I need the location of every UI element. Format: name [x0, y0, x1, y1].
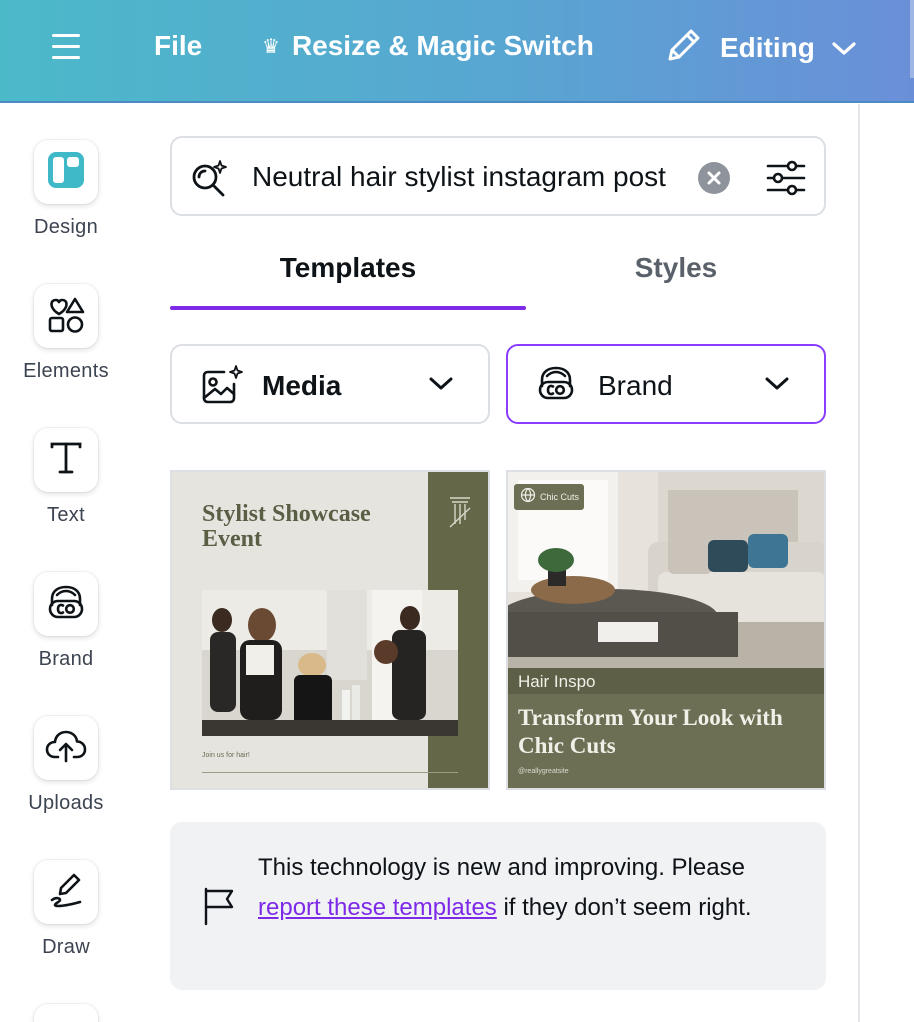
resize-magic-switch-button[interactable]: ♛ Resize & Magic Switch — [262, 30, 594, 62]
column-logo-icon — [446, 494, 474, 535]
top-bar: File ♛ Resize & Magic Switch Editing — [0, 0, 914, 103]
text-icon — [47, 439, 85, 482]
filter-settings-icon[interactable] — [766, 158, 806, 203]
rail-item-design[interactable]: Design — [0, 140, 132, 239]
template-card-chic-cuts[interactable]: Chic Cuts Hair Inspo Transform Your Look… — [506, 470, 826, 790]
brand-icon — [46, 583, 86, 626]
rail-label-design: Design — [33, 216, 99, 238]
media-filter-dropdown[interactable]: Media — [170, 344, 490, 424]
chic-cuts-logo: Chic Cuts — [514, 484, 584, 510]
search-input[interactable] — [252, 156, 676, 198]
notice-text-after: if they don’t seem right. — [496, 894, 752, 921]
brand-filter-dropdown[interactable]: Brand — [506, 344, 826, 424]
chevron-down-icon — [831, 32, 857, 64]
pencil-icon — [664, 25, 704, 72]
canvas-area — [860, 104, 914, 1022]
design-icon — [47, 151, 85, 194]
chevron-down-icon — [764, 376, 790, 397]
logo-text: Chic Cuts — [540, 491, 580, 502]
rail-item-uploads[interactable]: Uploads — [0, 716, 132, 815]
design-tile — [34, 140, 98, 204]
brand-tile — [34, 572, 98, 636]
search-bar — [170, 136, 826, 216]
template-title: Stylist Showcase Event — [202, 501, 371, 552]
menu-icon[interactable] — [46, 28, 86, 66]
side-navigation: Design Elements Text Brand Uploads Draw — [0, 104, 132, 1022]
upload-cloud-icon — [45, 728, 87, 769]
media-filter-label: Media — [262, 370, 342, 401]
brand-filter-label: Brand — [598, 370, 673, 401]
template-title: Transform Your Look with Chic Cuts — [518, 705, 783, 758]
rail-item-elements[interactable]: Elements — [0, 284, 132, 383]
editing-mode-button[interactable]: Editing — [664, 24, 857, 72]
rail-item-brand[interactable]: Brand — [0, 572, 132, 671]
chevron-down-icon — [428, 376, 454, 397]
draw-tile — [34, 860, 98, 924]
rail-label-brand: Brand — [38, 648, 94, 670]
magic-search-icon — [190, 158, 230, 203]
template-handle: @reallygreatsite — [518, 768, 569, 775]
report-templates-link[interactable]: report these templates — [258, 894, 497, 921]
rail-item-text[interactable]: Text — [0, 428, 132, 527]
elements-tile — [34, 284, 98, 348]
salon-photo — [202, 590, 458, 736]
active-tab-indicator — [170, 306, 526, 310]
tab-templates[interactable]: Templates — [170, 252, 526, 284]
template-tag: Hair Inspo — [518, 672, 596, 691]
rail-label-text: Text — [47, 504, 85, 526]
clear-search-button[interactable] — [698, 162, 730, 194]
resize-magic-switch-label: Resize & Magic Switch — [291, 30, 594, 61]
template-caption: Join us for hair! — [202, 752, 250, 759]
rail-item-draw[interactable]: Draw — [0, 860, 132, 959]
template-card-stylist-showcase[interactable]: Stylist Showcase Event Join us for hair! — [170, 470, 490, 790]
rail-label-elements: Elements — [23, 360, 109, 382]
globe-icon — [520, 487, 536, 508]
brand-icon — [536, 364, 576, 407]
crown-icon: ♛ — [262, 35, 280, 58]
rail-item-more[interactable] — [0, 1004, 132, 1022]
template-divider — [202, 772, 458, 773]
image-sparkle-icon — [200, 364, 244, 411]
elements-icon — [46, 294, 86, 339]
living-room-photo: Chic Cuts — [508, 472, 824, 668]
rail-label-uploads: Uploads — [28, 792, 104, 814]
draw-icon — [46, 870, 86, 915]
file-menu-button[interactable]: File — [154, 30, 202, 62]
rail-label-draw: Draw — [42, 936, 90, 958]
notice-text-before: This technology is new and improving. Pl… — [258, 854, 745, 881]
editing-mode-label: Editing — [720, 32, 815, 63]
text-tile — [34, 428, 98, 492]
feedback-notice: This technology is new and improving. Pl… — [170, 822, 826, 990]
flag-icon — [202, 886, 236, 931]
tab-styles[interactable]: Styles — [526, 252, 826, 284]
window-edge — [910, 0, 914, 78]
more-tile — [34, 1004, 98, 1022]
notice-text: This technology is new and improving. Pl… — [258, 848, 798, 928]
uploads-tile — [34, 716, 98, 780]
